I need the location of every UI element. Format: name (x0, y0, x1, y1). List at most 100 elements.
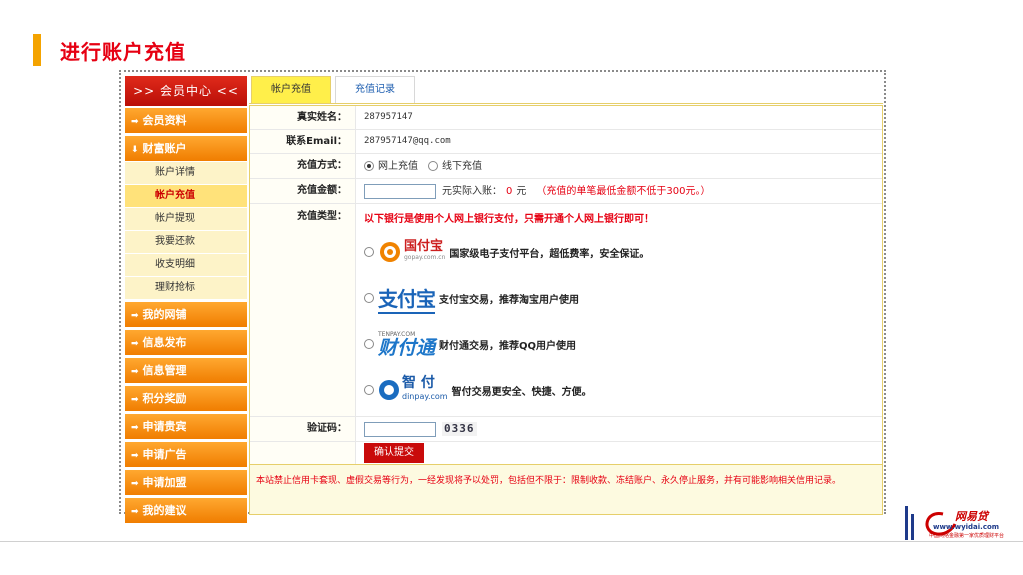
arrow-right-icon: ➡ (131, 507, 139, 517)
notice-text: 本站禁止信用卡套现、虚假交易等行为，一经发现将予以处罚，包括但不限于：限制收款、… (249, 464, 883, 515)
submit-button[interactable]: 确认提交 (364, 443, 424, 463)
form-row-email: 联系Email： 287957147@qq.com (250, 130, 882, 154)
gopay-logo: 国付宝 gopay.com.cn (378, 239, 445, 265)
sidebar-item-profile[interactable]: ➡ 会员资料 (125, 108, 247, 134)
form-row-type: 充值类型： 以下银行是使用个人网上银行支付，只需开通个人网上银行即可！ 国付宝 … (250, 204, 882, 417)
content-area: 帐户充值 充值记录 真实姓名： 287957147 联系Email： 28795… (249, 76, 883, 515)
radio-offline[interactable] (428, 161, 438, 171)
sidebar-sub-bid[interactable]: 理财抢标 (125, 277, 247, 300)
sidebar-item-ads[interactable]: ➡ 申请广告 (125, 442, 247, 468)
radio-online[interactable] (364, 161, 374, 171)
page-title: 进行账户充值 (60, 40, 186, 64)
bank-option-dinpay[interactable]: 智 付 dinpay.com 智付交易更安全、快捷、方便。 (364, 376, 882, 404)
sidebar-item-label: 我的建议 (142, 504, 187, 517)
amount-note: （充值的单笔最低金额不低于300元。） (536, 185, 711, 197)
dinpay-desc: 智付交易更安全、快捷、方便。 (451, 386, 592, 398)
arrow-right-icon: ➡ (131, 311, 139, 321)
alipay-desc: 支付宝交易，推荐淘宝用户使用 (439, 294, 579, 306)
amount-label: 充值金额： (250, 179, 356, 203)
dinpay-logo-text: 智 付 (402, 375, 435, 391)
title-accent-bar (33, 34, 41, 66)
sidebar-item-shop[interactable]: ➡ 我的网铺 (125, 302, 247, 328)
arrow-right-icon: ➡ (131, 395, 139, 405)
sidebar-header: >> 会员中心 << (125, 76, 247, 106)
alipay-logo-text: 支付宝 (378, 286, 436, 311)
dinpay-logo-sub: dinpay.com (402, 392, 448, 401)
sidebar-item-label: 信息管理 (142, 364, 187, 377)
method-options: 网上充值 线下充值 (356, 154, 882, 178)
sidebar-item-wealth[interactable]: ⬇ 财富账户 (125, 136, 247, 162)
arrow-right-icon: ➡ (131, 479, 139, 489)
type-label: 充值类型： (250, 204, 356, 416)
form-row-method: 充值方式： 网上充值 线下充值 (250, 154, 882, 179)
bank-option-alipay[interactable]: 支付宝 支付宝交易，推荐淘宝用户使用 (364, 283, 882, 314)
brand-logo: 网易贷 www.wyidai.com 中国网络金融第一家优质理财平台 (903, 504, 1021, 548)
tab-recharge-history[interactable]: 充值记录 (335, 76, 415, 103)
form-row-submit: 确认提交 (250, 442, 882, 464)
bottom-divider (0, 541, 1023, 542)
sidebar-item-points[interactable]: ➡ 积分奖励 (125, 386, 247, 412)
radio-dinpay[interactable] (364, 385, 374, 395)
alipay-logo: 支付宝 (378, 283, 436, 314)
amount-actual: 0 (506, 185, 513, 197)
gopay-desc: 国家级电子支付平台，超低费率，安全保证。 (449, 248, 650, 260)
sidebar-item-join[interactable]: ➡ 申请加盟 (125, 470, 247, 496)
submit-cell: 确认提交 (356, 442, 882, 464)
brand-name: 网易贷 (955, 510, 988, 523)
name-value: 287957147 (364, 112, 413, 122)
tab-bar: 帐户充值 充值记录 (249, 76, 883, 104)
email-label: 联系Email： (250, 130, 356, 153)
sidebar-sub-account-detail[interactable]: 账户详情 (125, 162, 247, 185)
method-online-label: 网上充值 (378, 160, 418, 172)
sidebar-item-label: 会员资料 (142, 114, 187, 127)
arrow-right-icon: ➡ (131, 117, 139, 127)
radio-alipay[interactable] (364, 293, 374, 303)
tenpay-desc: 财付通交易，推荐QQ用户使用 (439, 340, 577, 352)
bank-option-tenpay[interactable]: TENPAY.COM 财付通 财付通交易，推荐QQ用户使用 (364, 330, 882, 358)
sidebar-sub-withdraw[interactable]: 帐户提现 (125, 208, 247, 231)
brand-slogan: 中国网络金融第一家优质理财平台 (929, 533, 1005, 539)
form-row-amount: 充值金额： 元实际入账： 0 元 （充值的单笔最低金额不低于300元。） (250, 179, 882, 204)
submit-label-cell (250, 442, 356, 464)
sidebar-sub-statement[interactable]: 收支明细 (125, 254, 247, 277)
arrow-right-icon: ➡ (131, 339, 139, 349)
gopay-logo-sub: gopay.com.cn (404, 254, 446, 261)
member-sidebar: >> 会员中心 << ➡ 会员资料 ⬇ 财富账户 账户详情 帐户充值 帐户提现 我要… (125, 76, 247, 524)
captcha-label: 验证码： (250, 417, 356, 441)
screenshot-frame: >> 会员中心 << ➡ 会员资料 ⬇ 财富账户 账户详情 帐户充值 帐户提现 我要… (119, 70, 886, 524)
form-row-captcha: 验证码： 0336 (250, 417, 882, 442)
sidebar-item-vip[interactable]: ➡ 申请贵宾 (125, 414, 247, 440)
brand-url: www.wyidai.com (933, 523, 1000, 531)
sidebar-item-label: 财富账户 (142, 142, 187, 155)
sidebar-item-manage[interactable]: ➡ 信息管理 (125, 358, 247, 384)
recharge-form: 真实姓名： 287957147 联系Email： 287957147@qq.co… (249, 105, 883, 465)
bank-note: 以下银行是使用个人网上银行支付，只需开通个人网上银行即可！ (364, 214, 654, 225)
bank-option-gopay[interactable]: 国付宝 gopay.com.cn 国家级电子支付平台，超低费率，安全保证。 (364, 238, 882, 266)
radio-tenpay[interactable] (364, 339, 374, 349)
gopay-logo-text: 国付宝 (404, 239, 444, 254)
bank-options: 以下银行是使用个人网上银行支付，只需开通个人网上银行即可！ 国付宝 gopay.… (356, 204, 882, 416)
captcha-group: 0336 (356, 417, 882, 441)
name-label: 真实姓名： (250, 106, 356, 129)
sidebar-sub-recharge[interactable]: 帐户充值 (125, 185, 247, 208)
captcha-input[interactable] (364, 421, 436, 437)
email-value: 287957147@qq.com (364, 136, 451, 146)
sidebar-item-label: 积分奖励 (142, 392, 187, 405)
dinpay-logo: 智 付 dinpay.com (378, 375, 448, 403)
sidebar-item-suggest[interactable]: ➡ 我的建议 (125, 498, 247, 524)
sidebar-sub-repay[interactable]: 我要还款 (125, 231, 247, 254)
amount-input[interactable] (364, 183, 436, 199)
form-row-name: 真实姓名： 287957147 (250, 106, 882, 130)
amount-field-group: 元实际入账： 0 元 （充值的单笔最低金额不低于300元。） (356, 179, 882, 203)
method-offline-label: 线下充值 (442, 160, 482, 172)
arrow-right-icon: ➡ (131, 451, 139, 461)
dinpay-globe-icon (379, 380, 399, 400)
sidebar-item-publish[interactable]: ➡ 信息发布 (125, 330, 247, 356)
amount-suffix: 元实际入账： (442, 185, 502, 197)
radio-gopay[interactable] (364, 247, 374, 257)
tab-recharge[interactable]: 帐户充值 (251, 76, 331, 103)
arrow-right-icon: ➡ (131, 423, 139, 433)
captcha-image[interactable]: 0336 (442, 422, 477, 436)
arrow-down-icon: ⬇ (131, 145, 139, 155)
arrow-right-icon: ➡ (131, 367, 139, 377)
